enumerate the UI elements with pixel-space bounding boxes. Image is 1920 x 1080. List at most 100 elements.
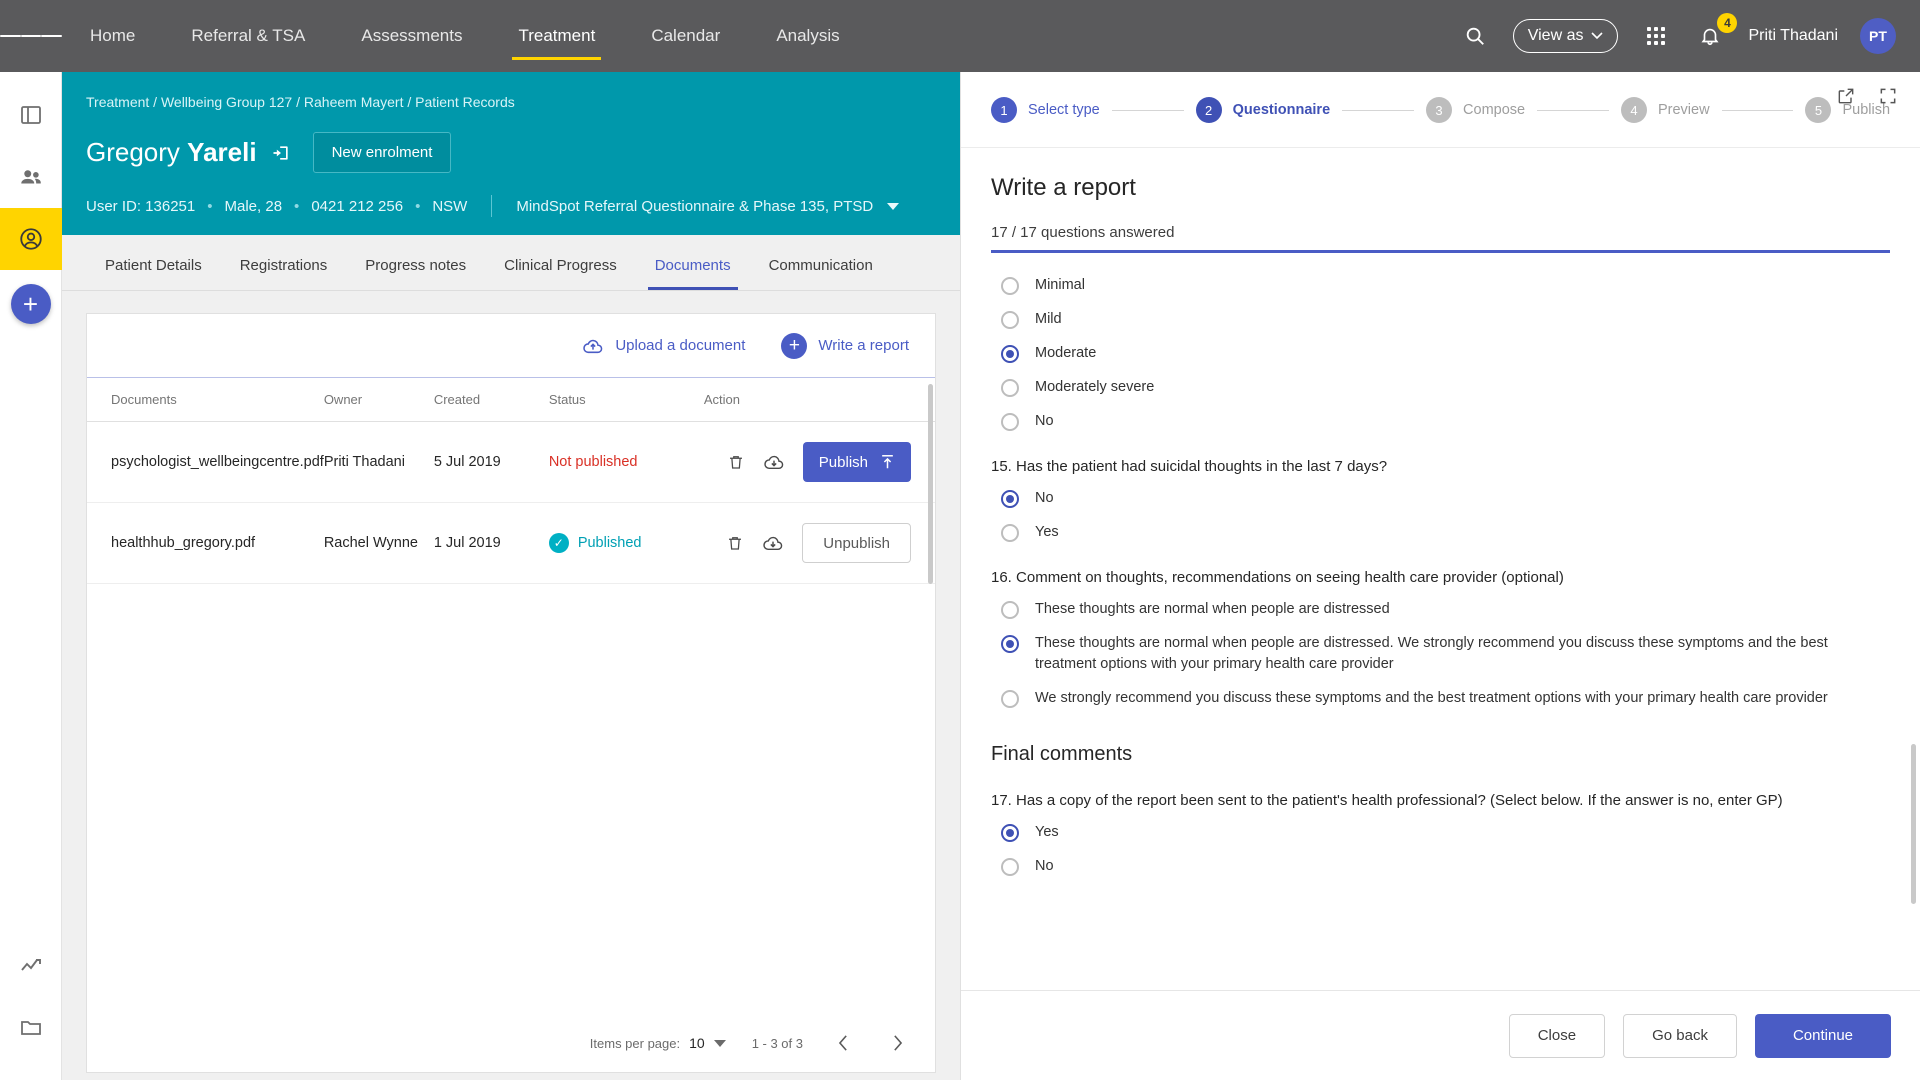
nav-label: Analysis: [776, 26, 840, 45]
patient-hero-header: Treatment / Wellbeing Group 127 / Raheem…: [62, 72, 960, 235]
nav-item-assessments[interactable]: Assessments: [333, 0, 490, 72]
step-questionnaire[interactable]: 2 Questionnaire: [1195, 97, 1330, 123]
folder-icon[interactable]: [0, 996, 62, 1058]
write-report-button[interactable]: + Write a report: [781, 332, 909, 359]
progress-bar: [991, 250, 1890, 253]
q15-option-no[interactable]: No: [1001, 488, 1890, 509]
chevron-right-icon[interactable]: [883, 1029, 911, 1057]
q17-option-no[interactable]: No: [1001, 856, 1890, 877]
stepper: 1 Select type 2 Questionnaire 3 Compose …: [961, 72, 1920, 148]
step-preview[interactable]: 4 Preview: [1620, 97, 1710, 123]
radio-button-selected[interactable]: [1001, 635, 1019, 654]
step-select-type[interactable]: 1 Select type: [991, 97, 1100, 123]
patient-user-id: User ID: 136251: [86, 197, 196, 215]
radio-button[interactable]: [1001, 311, 1019, 330]
table-row[interactable]: psychologist_wellbeingcentre.pdf Priti T…: [87, 421, 935, 503]
meta-dot: •: [415, 197, 421, 215]
nav-label: Calendar: [651, 26, 721, 45]
go-back-button[interactable]: Go back: [1623, 1013, 1737, 1058]
option-no[interactable]: No: [1001, 411, 1890, 432]
option-moderate[interactable]: Moderate: [1001, 343, 1890, 364]
nav-item-treatment[interactable]: Treatment: [490, 0, 623, 72]
option-minimal[interactable]: Minimal: [1001, 275, 1890, 296]
option-label: Yes: [1035, 524, 1059, 541]
view-as-label: View as: [1527, 27, 1584, 44]
app-root: Home Referral & TSA Assessments Treatmen…: [0, 0, 1920, 1080]
new-enrolment-button[interactable]: New enrolment: [312, 132, 452, 173]
q16-option-2[interactable]: These thoughts are normal when people ar…: [1001, 633, 1890, 675]
q16-option-1[interactable]: These thoughts are normal when people ar…: [1001, 599, 1890, 620]
panel-layout-icon[interactable]: [0, 84, 62, 146]
tab-label: Clinical Progress: [504, 257, 617, 274]
radio-button[interactable]: [1001, 601, 1019, 620]
tab-clinical-progress[interactable]: Clinical Progress: [485, 257, 636, 290]
radio-button[interactable]: [1001, 277, 1019, 295]
q15-option-yes[interactable]: Yes: [1001, 522, 1890, 543]
breadcrumb[interactable]: Treatment / Wellbeing Group 127 / Raheem…: [86, 94, 936, 110]
step-compose[interactable]: 3 Compose: [1426, 97, 1525, 123]
radio-button[interactable]: [1001, 858, 1019, 877]
cloud-download-icon[interactable]: [762, 534, 784, 552]
final-comments-heading: Final comments: [991, 743, 1133, 766]
add-icon[interactable]: +: [10, 284, 51, 324]
option-mild[interactable]: Mild: [1001, 309, 1890, 330]
cell-owner: Priti Thadani: [323, 421, 434, 503]
people-icon[interactable]: [0, 146, 62, 208]
nav-item-calendar[interactable]: Calendar: [623, 0, 748, 72]
documents-scrollbar[interactable]: [928, 384, 933, 584]
radio-button-selected[interactable]: [1001, 345, 1019, 364]
option-label: Moderately severe: [1035, 379, 1155, 396]
option-label: We strongly recommend you discuss these …: [1035, 690, 1828, 707]
view-as-button[interactable]: View as: [1512, 19, 1619, 53]
meta-divider: [491, 195, 493, 217]
analytics-icon[interactable]: [0, 934, 62, 996]
table-header-row: Documents Owner Created Status Action: [87, 378, 935, 422]
login-arrow-icon[interactable]: [271, 143, 291, 163]
nav-item-home[interactable]: Home: [62, 0, 163, 72]
hamburger-menu-icon[interactable]: [0, 32, 63, 40]
trash-icon[interactable]: [726, 534, 744, 552]
tab-patient-details[interactable]: Patient Details: [86, 257, 221, 290]
tab-documents[interactable]: Documents: [636, 257, 750, 290]
avatar[interactable]: PT: [1860, 18, 1896, 54]
notifications-bell-icon[interactable]: 4: [1694, 13, 1738, 52]
documents-table: Documents Owner Created Status Action ps…: [87, 378, 935, 584]
chevron-down-icon: [887, 202, 900, 210]
option-moderately-severe[interactable]: Moderately severe: [1001, 377, 1890, 398]
tab-progress-notes[interactable]: Progress notes: [346, 257, 485, 290]
q17-option-yes[interactable]: Yes: [1001, 822, 1890, 843]
radio-button[interactable]: [1001, 379, 1019, 398]
q16-option-3[interactable]: We strongly recommend you discuss these …: [1001, 688, 1890, 709]
tab-communication[interactable]: Communication: [750, 257, 892, 290]
nav-item-referral-tsa[interactable]: Referral & TSA: [163, 0, 333, 72]
questionnaire-scrollbar[interactable]: [1911, 744, 1916, 904]
radio-button-selected[interactable]: [1001, 824, 1019, 843]
publish-button[interactable]: Publish: [802, 442, 911, 482]
nav-item-analysis[interactable]: Analysis: [748, 0, 867, 72]
fullscreen-icon[interactable]: [1878, 86, 1898, 106]
questionnaire-selector[interactable]: MindSpot Referral Questionnaire & Phase …: [516, 198, 900, 215]
continue-button[interactable]: Continue: [1754, 1013, 1891, 1058]
apps-grid-icon[interactable]: [1640, 20, 1672, 52]
trash-icon[interactable]: [727, 453, 745, 471]
radio-button-selected[interactable]: [1001, 490, 1019, 509]
cloud-download-icon[interactable]: [763, 453, 785, 471]
radio-button[interactable]: [1001, 690, 1019, 709]
table-row[interactable]: healthhub_gregory.pdf Rachel Wynne 1 Jul…: [87, 502, 935, 584]
option-label: Mild: [1035, 311, 1062, 328]
documents-table-head: Documents Owner Created Status Action: [87, 378, 935, 422]
unpublish-button[interactable]: Unpublish: [802, 523, 911, 563]
upload-document-button[interactable]: Upload a document: [582, 337, 745, 355]
items-per-page-control[interactable]: Items per page: 10: [590, 1035, 726, 1051]
account-circle-icon[interactable]: [0, 208, 62, 270]
search-icon[interactable]: [1459, 20, 1491, 52]
tab-registrations[interactable]: Registrations: [221, 257, 347, 290]
step-number: 3: [1426, 97, 1453, 123]
radio-button[interactable]: [1001, 524, 1019, 543]
close-button[interactable]: Close: [1508, 1013, 1606, 1058]
open-in-new-icon[interactable]: [1836, 86, 1856, 106]
chevron-down-icon: [1591, 32, 1604, 40]
chevron-left-icon[interactable]: [829, 1029, 857, 1057]
radio-button[interactable]: [1001, 413, 1019, 432]
notification-badge: 4: [1717, 13, 1738, 33]
